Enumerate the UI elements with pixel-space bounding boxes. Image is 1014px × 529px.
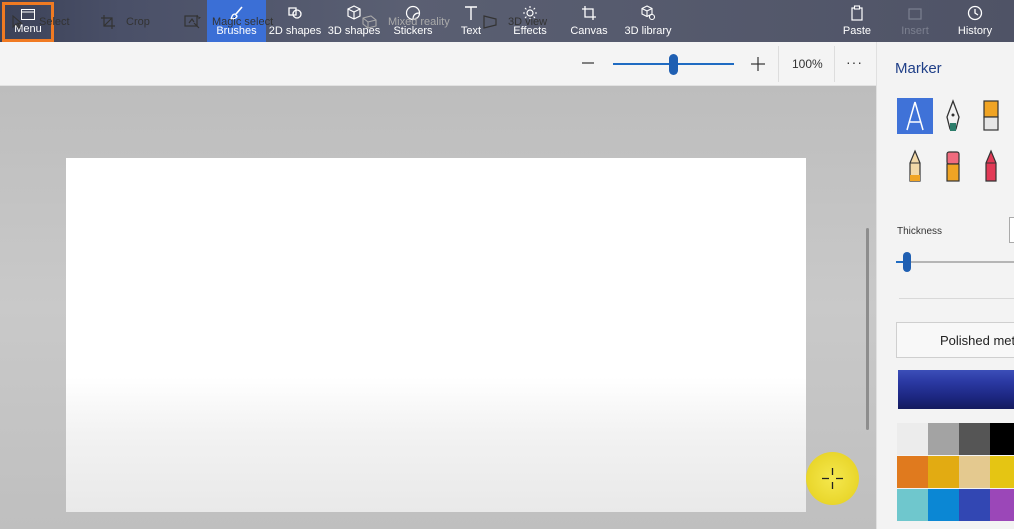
color-swatch[interactable] <box>897 423 928 455</box>
tab-3d-library-label: 3D library <box>624 25 672 37</box>
toolbar-divider <box>778 46 779 82</box>
zoom-percentage[interactable]: 100% <box>792 57 823 71</box>
paste-label: Paste <box>842 25 872 37</box>
tab-2d-shapes[interactable]: 2D shapes <box>268 0 322 42</box>
eraser-brush[interactable] <box>935 148 971 184</box>
thickness-slider-thumb[interactable] <box>903 252 911 272</box>
view-3d-icon <box>483 15 497 29</box>
crayon-brush[interactable] <box>973 148 1009 184</box>
oil-brush-icon <box>983 100 999 131</box>
more-options-button[interactable]: ··· <box>846 54 863 70</box>
pencil-brush[interactable] <box>897 148 933 184</box>
calligraphy-pen-brush[interactable] <box>935 98 971 134</box>
history-clock-icon <box>967 5 983 21</box>
tab-2d-shapes-label: 2D shapes <box>268 25 322 37</box>
panel-divider <box>899 298 1014 299</box>
vertical-scrollbar[interactable] <box>866 228 869 430</box>
crop-label: Crop <box>126 16 150 28</box>
magic-select-icon <box>184 14 201 29</box>
crosshair-icon <box>822 468 843 489</box>
eraser-icon <box>946 151 960 182</box>
shapes-2d-icon <box>288 7 302 19</box>
tab-3d-library[interactable]: 3D library <box>624 0 672 42</box>
oil-brush[interactable] <box>973 98 1009 134</box>
select-label: Select <box>39 16 70 28</box>
mixed-reality-icon <box>362 15 377 29</box>
cube-icon <box>347 5 361 20</box>
insert-label: Insert <box>901 25 929 37</box>
paste-button[interactable]: Paste <box>842 0 872 42</box>
zoom-out-icon[interactable] <box>581 53 595 73</box>
history-button[interactable]: History <box>955 0 995 42</box>
thickness-slider-track[interactable] <box>896 261 1014 263</box>
paste-icon <box>851 5 863 21</box>
insert-icon <box>908 8 922 20</box>
color-swatch[interactable] <box>928 423 959 455</box>
crop-tool[interactable]: Crop <box>100 0 150 44</box>
drawing-canvas[interactable] <box>66 158 806 512</box>
panel-title: Marker <box>895 60 942 77</box>
crayon-icon <box>985 149 997 182</box>
pencil-icon <box>909 149 921 182</box>
color-swatch[interactable] <box>959 489 990 521</box>
tab-canvas[interactable]: Canvas <box>570 0 608 42</box>
marker-brush[interactable] <box>897 98 933 134</box>
tab-text-label: Text <box>460 25 482 37</box>
selected-color-preview[interactable] <box>898 370 1014 409</box>
select-tool[interactable]: Select <box>11 0 70 44</box>
calligraphy-pen-icon <box>946 99 960 131</box>
color-swatch[interactable] <box>897 456 928 488</box>
color-swatch[interactable] <box>990 489 1014 521</box>
finish-dropdown[interactable]: Polished met <box>896 322 1014 358</box>
cursor-highlight <box>806 452 859 505</box>
crop-icon <box>101 15 115 29</box>
history-label: History <box>957 25 993 37</box>
color-swatch[interactable] <box>928 489 959 521</box>
toolbar-divider <box>834 46 835 82</box>
color-swatch[interactable] <box>959 456 990 488</box>
thickness-value-input[interactable] <box>1009 217 1014 243</box>
view-3d-label: 3D view <box>508 16 548 28</box>
color-swatch[interactable] <box>990 423 1014 455</box>
library-3d-icon <box>641 5 656 21</box>
zoom-slider-thumb[interactable] <box>669 54 678 75</box>
tab-canvas-label: Canvas <box>570 25 608 37</box>
color-swatch[interactable] <box>928 456 959 488</box>
thickness-label: Thickness <box>897 226 943 237</box>
pointer-icon <box>12 15 23 29</box>
view-3d-button[interactable]: 3D view <box>482 0 547 44</box>
marker-icon <box>906 101 924 131</box>
canvas-crop-icon <box>582 6 596 20</box>
finish-label: Polished met <box>940 332 1014 348</box>
mixed-reality-label: Mixed reality <box>388 16 450 28</box>
color-swatch[interactable] <box>897 489 928 521</box>
color-swatch[interactable] <box>959 423 990 455</box>
magic-select-label: Magic select <box>212 16 274 28</box>
secondary-toolbar <box>0 42 876 86</box>
zoom-in-icon[interactable] <box>750 55 766 73</box>
mixed-reality-button[interactable]: Mixed reality <box>361 0 450 44</box>
text-icon <box>465 6 477 20</box>
color-swatch[interactable] <box>990 456 1014 488</box>
magic-select-tool[interactable]: Magic select <box>184 0 273 44</box>
insert-button[interactable]: Insert <box>900 0 930 42</box>
